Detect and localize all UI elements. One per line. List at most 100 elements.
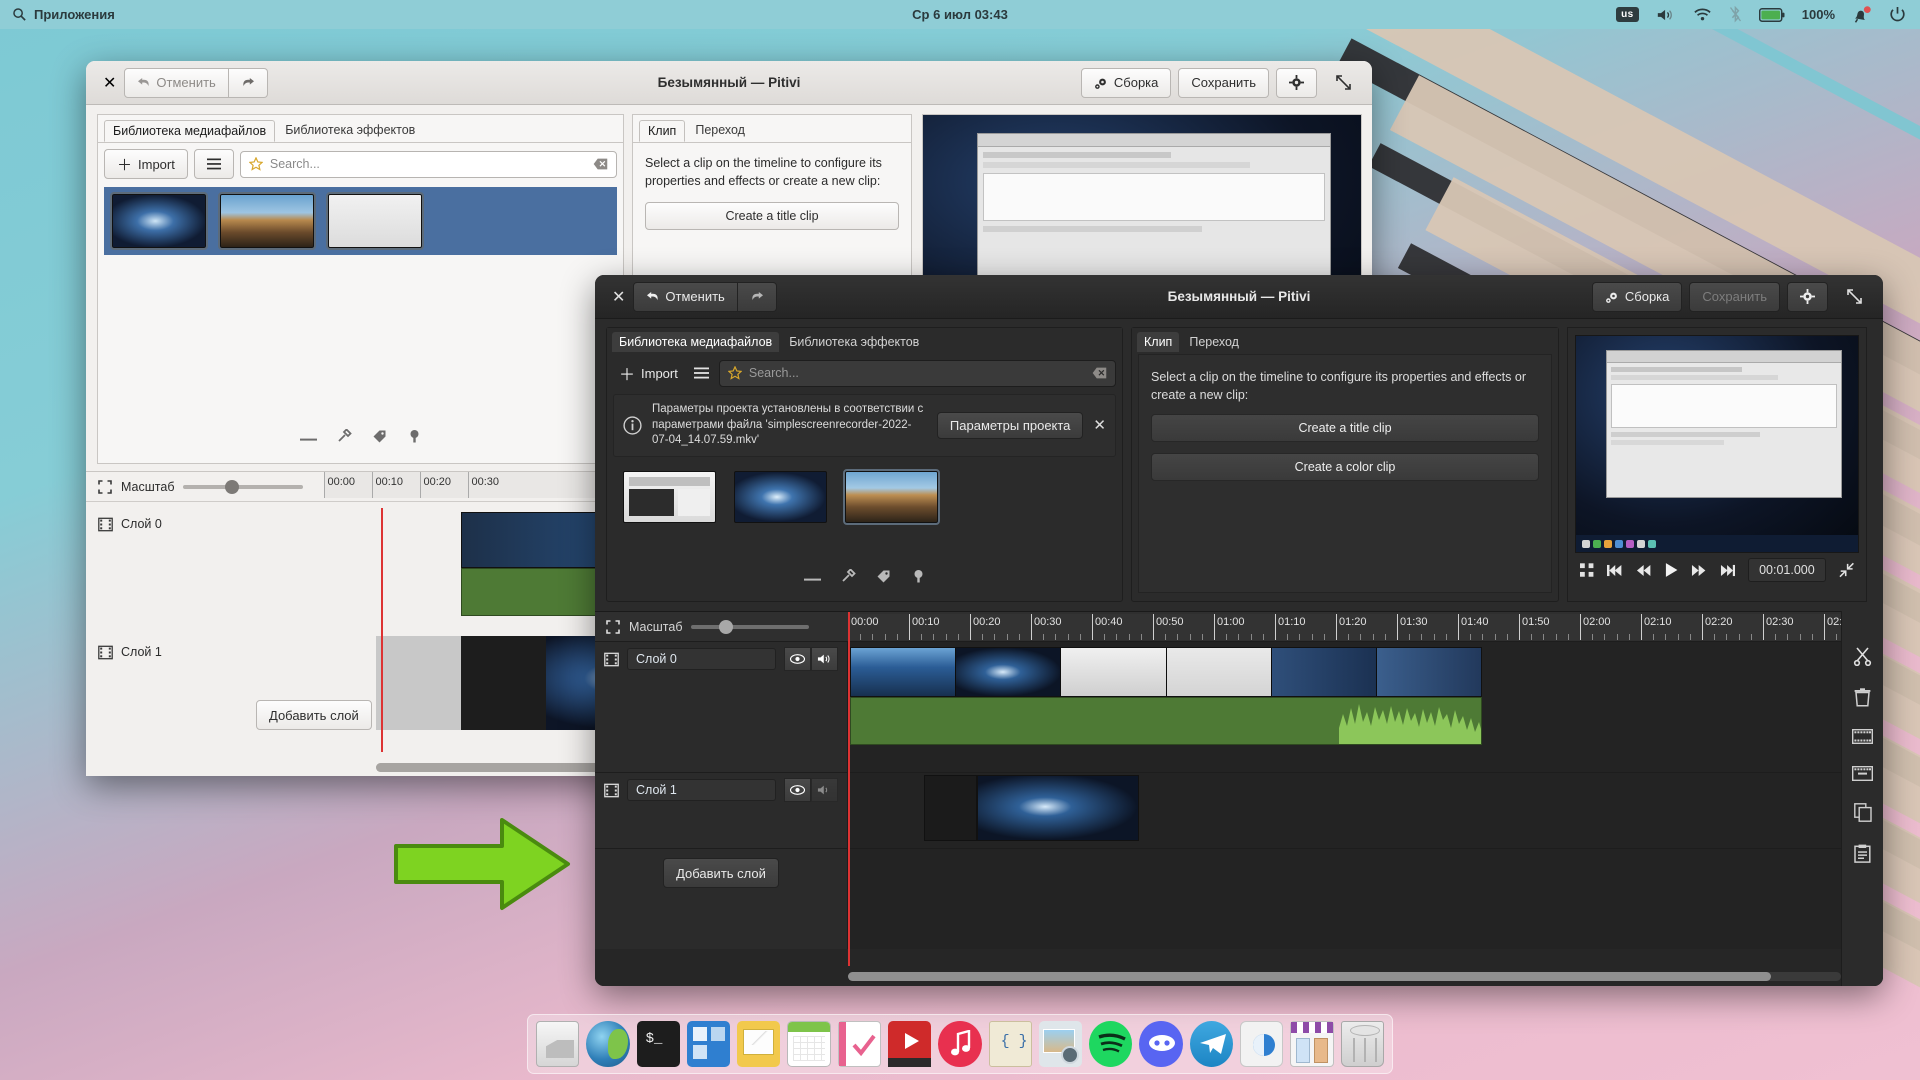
media-thumbnail[interactable] bbox=[328, 194, 422, 248]
clear-icon[interactable] bbox=[1092, 367, 1107, 379]
properties-icon[interactable] bbox=[337, 429, 352, 449]
timeline-clip-galaxy[interactable] bbox=[977, 775, 1139, 841]
front-import-button[interactable]: ＋ Import bbox=[613, 358, 684, 388]
todo-icon[interactable] bbox=[838, 1021, 881, 1067]
back-clip-placeholder[interactable] bbox=[376, 636, 461, 730]
back-layer-1-name[interactable]: Слой 1 bbox=[121, 645, 241, 659]
notification-bell-icon[interactable] bbox=[1852, 6, 1872, 23]
remove-icon[interactable] bbox=[804, 569, 821, 589]
properties-icon[interactable] bbox=[841, 569, 856, 589]
front-viewer[interactable] bbox=[1575, 335, 1859, 553]
settings-icon[interactable] bbox=[1240, 1021, 1283, 1067]
back-list-view-button[interactable] bbox=[194, 149, 234, 179]
discord-icon[interactable] bbox=[1139, 1021, 1182, 1067]
tab-transition[interactable]: Переход bbox=[687, 120, 753, 142]
front-layer-1-name[interactable]: Слой 1 bbox=[627, 779, 776, 801]
files-icon[interactable] bbox=[536, 1021, 579, 1067]
eye-icon[interactable] bbox=[784, 778, 811, 802]
front-list-view-button[interactable] bbox=[690, 358, 713, 388]
split-icon[interactable] bbox=[1853, 647, 1872, 666]
tag-icon[interactable] bbox=[876, 569, 891, 589]
media-thumbnail[interactable] bbox=[112, 194, 206, 248]
front-timeline-ruler[interactable]: 00:0000:1000:2000:3000:4000:5001:0001:10… bbox=[848, 614, 1883, 640]
office-suite-icon[interactable] bbox=[687, 1021, 730, 1067]
delete-icon[interactable] bbox=[1854, 688, 1871, 707]
playback-timecode[interactable]: 00:01.000 bbox=[1748, 558, 1826, 582]
keyboard-layout-indicator[interactable]: us bbox=[1616, 7, 1639, 22]
image-viewer-icon[interactable] bbox=[1039, 1021, 1082, 1067]
activities-button[interactable]: Приложения bbox=[0, 7, 115, 22]
back-import-button[interactable]: ＋ Import bbox=[104, 149, 188, 179]
media-thumbnail[interactable] bbox=[845, 471, 938, 523]
terminal-icon[interactable]: $_ bbox=[637, 1021, 680, 1067]
insert-icon[interactable] bbox=[407, 429, 422, 449]
back-create-title-clip-button[interactable]: Create a title clip bbox=[645, 202, 899, 230]
speaker-icon[interactable] bbox=[811, 647, 838, 671]
infobar-close-button[interactable]: ✕ bbox=[1093, 416, 1106, 434]
spotify-icon[interactable] bbox=[1089, 1021, 1132, 1067]
back-layer-0-name[interactable]: Слой 0 bbox=[121, 517, 241, 531]
zoom-fit-icon[interactable] bbox=[98, 480, 112, 494]
software-store-icon[interactable] bbox=[1290, 1021, 1333, 1067]
timeline-clip-audio[interactable] bbox=[850, 697, 1482, 745]
power-icon[interactable] bbox=[1889, 6, 1906, 23]
copy-icon[interactable] bbox=[1854, 803, 1872, 822]
front-layer-0-track[interactable] bbox=[848, 642, 1883, 772]
front-playhead[interactable] bbox=[848, 612, 850, 966]
zoom-fit-icon[interactable] bbox=[606, 620, 620, 634]
pitivi-window-foreground[interactable]: ✕ Отменить Безымянный — Pitivi С bbox=[595, 275, 1883, 986]
ungroup-icon[interactable] bbox=[1852, 766, 1873, 781]
volume-icon[interactable] bbox=[1656, 7, 1676, 23]
timeline-clip-dark[interactable] bbox=[924, 775, 977, 841]
tab-clip[interactable]: Клип bbox=[1137, 332, 1179, 352]
rewind-icon[interactable] bbox=[1636, 564, 1651, 577]
tab-effects-library[interactable]: Библиотека эффектов bbox=[277, 120, 423, 142]
back-add-layer-button[interactable]: Добавить слой bbox=[256, 700, 372, 730]
video-player-icon[interactable] bbox=[888, 1021, 931, 1067]
back-playhead[interactable] bbox=[381, 508, 383, 752]
back-search-input[interactable]: Search... bbox=[240, 151, 617, 178]
back-zoom-slider[interactable] bbox=[183, 480, 303, 494]
tab-media-library[interactable]: Библиотека медиафайлов bbox=[104, 120, 275, 142]
undock-icon[interactable] bbox=[1839, 562, 1854, 578]
front-layer-0-name[interactable]: Слой 0 bbox=[627, 648, 776, 670]
add-layer-button[interactable]: Добавить слой bbox=[663, 858, 779, 888]
media-thumbnail[interactable] bbox=[623, 471, 716, 523]
media-thumbnail[interactable] bbox=[220, 194, 314, 248]
media-thumbnail[interactable] bbox=[734, 471, 827, 523]
tab-clip[interactable]: Клип bbox=[639, 120, 685, 142]
back-clip-dark[interactable] bbox=[461, 636, 546, 730]
speaker-icon[interactable] bbox=[811, 778, 838, 802]
telegram-icon[interactable] bbox=[1190, 1021, 1233, 1067]
battery-icon[interactable] bbox=[1759, 8, 1785, 22]
create-color-clip-button[interactable]: Create a color clip bbox=[1151, 453, 1539, 481]
music-icon[interactable] bbox=[938, 1021, 981, 1067]
trash-icon[interactable] bbox=[1341, 1021, 1384, 1067]
fit-to-view-icon[interactable] bbox=[1580, 563, 1594, 578]
text-editor-icon[interactable]: { } bbox=[989, 1021, 1032, 1067]
front-layer-1-track[interactable] bbox=[848, 773, 1883, 848]
mail-icon[interactable] bbox=[737, 1021, 780, 1067]
paste-icon[interactable] bbox=[1854, 844, 1871, 863]
clock-label[interactable]: Ср 6 июл 03:43 bbox=[912, 7, 1008, 22]
group-icon[interactable] bbox=[1852, 729, 1873, 744]
clear-icon[interactable] bbox=[593, 158, 608, 170]
skip-to-start-icon[interactable] bbox=[1607, 564, 1622, 577]
fast-forward-icon[interactable] bbox=[1691, 564, 1706, 577]
create-title-clip-button[interactable]: Create a title clip bbox=[1151, 414, 1539, 442]
timeline-clip-video[interactable] bbox=[850, 647, 1482, 697]
tag-icon[interactable] bbox=[372, 429, 387, 449]
wifi-icon[interactable] bbox=[1693, 7, 1712, 22]
eye-icon[interactable] bbox=[784, 647, 811, 671]
front-search-input[interactable]: Search... bbox=[719, 360, 1116, 387]
front-zoom-slider[interactable] bbox=[691, 620, 809, 634]
bluetooth-disabled-icon[interactable] bbox=[1729, 6, 1742, 23]
tab-media-library[interactable]: Библиотека медиафайлов bbox=[612, 332, 779, 352]
skip-to-end-icon[interactable] bbox=[1720, 564, 1735, 577]
calendar-icon[interactable] bbox=[787, 1021, 830, 1067]
insert-icon[interactable] bbox=[911, 569, 926, 589]
web-browser-icon[interactable] bbox=[586, 1021, 629, 1067]
front-hscrollbar[interactable] bbox=[848, 972, 1841, 981]
tab-effects-library[interactable]: Библиотека эффектов bbox=[782, 332, 926, 352]
remove-icon[interactable] bbox=[300, 429, 317, 449]
